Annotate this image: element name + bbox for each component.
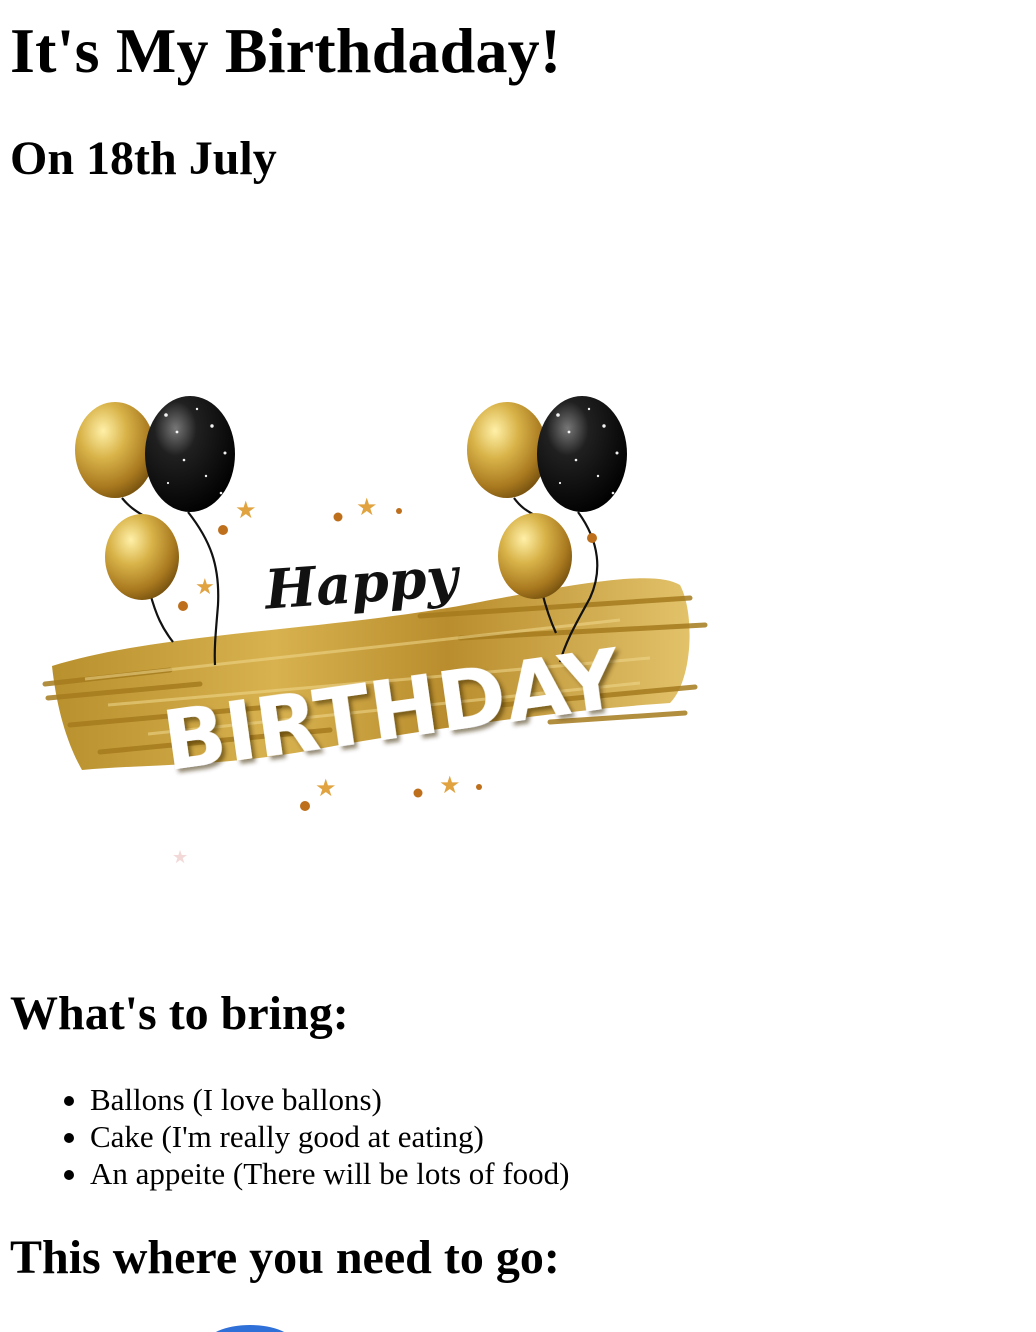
- bullet-icon: [64, 1096, 74, 1106]
- svg-text:★: ★: [439, 773, 461, 799]
- svg-text:★: ★: [172, 847, 188, 867]
- svg-text:★: ★: [235, 498, 257, 524]
- svg-text:★: ★: [315, 776, 337, 802]
- directions-section-title: This where you need to go:: [10, 1231, 560, 1284]
- happy-birthday-image: ★ ★ ★ ★ ★ ★ Happy BIRTHDAY: [42, 396, 708, 867]
- svg-text:★: ★: [195, 574, 215, 599]
- event-date: On 18th July: [10, 132, 277, 185]
- bullet-icon: [64, 1133, 74, 1143]
- list-item: An appeite (There will be lots of food): [60, 1155, 570, 1192]
- list-item-text: An appeite (There will be lots of food): [90, 1156, 570, 1191]
- list-item: Ballons (I love ballons): [60, 1081, 570, 1118]
- script-happy-text: Happy: [261, 544, 464, 622]
- map-pin-icon: [205, 1325, 295, 1332]
- svg-text:★: ★: [356, 495, 378, 521]
- page-title: It's My Birthdaday!: [10, 15, 562, 86]
- bullet-icon: [64, 1170, 74, 1180]
- bring-list: Ballons (I love ballons) Cake (I'm reall…: [60, 1081, 570, 1192]
- list-item-text: Cake (I'm really good at eating): [90, 1119, 484, 1154]
- list-item: Cake (I'm really good at eating): [60, 1118, 570, 1155]
- bring-section-title: What's to bring:: [10, 987, 349, 1040]
- list-item-text: Ballons (I love ballons): [90, 1082, 382, 1117]
